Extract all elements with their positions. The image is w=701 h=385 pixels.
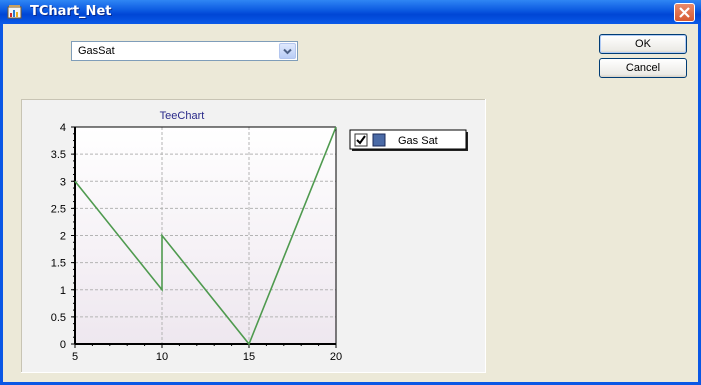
title-bar[interactable]: TChart_Net — [0, 0, 701, 24]
y-tick-label: 2 — [60, 231, 66, 243]
chart-title: TeeChart — [160, 110, 205, 122]
x-tick-label: 5 — [72, 351, 78, 363]
series-select[interactable]: GasSat — [71, 41, 298, 61]
chart: 0 0.5 1 1.5 2 2.5 3 3.5 4 5 10 15 20 TeeChart Gas Sa… — [51, 110, 468, 363]
close-icon — [679, 7, 690, 18]
y-tick-label: 3 — [60, 176, 66, 188]
chart-panel: 0 0.5 1 1.5 2 2.5 3 3.5 4 5 10 15 20 TeeChart Gas Sa… — [21, 99, 486, 373]
app-icon — [7, 5, 22, 19]
ok-button[interactable]: OK — [599, 34, 687, 54]
y-tick-label: 4 — [60, 122, 66, 134]
close-button[interactable] — [674, 3, 695, 22]
dropdown-button[interactable] — [279, 43, 296, 59]
cancel-button[interactable]: Cancel — [599, 58, 687, 78]
y-tick-label: 1 — [60, 285, 66, 297]
y-tick-label: 0 — [60, 339, 66, 351]
legend-swatch — [372, 133, 386, 147]
dialog-window: TChart_Net GasSat OK Cancel 0 0.5 1 1.5 … — [0, 0, 701, 385]
x-tick-label: 10 — [156, 351, 168, 363]
y-tick-label: 1.5 — [51, 258, 66, 270]
x-tick-label: 15 — [243, 351, 255, 363]
x-tick-label: 20 — [330, 351, 342, 363]
legend: Gas Sat — [349, 129, 468, 151]
chevron-down-icon — [283, 48, 292, 55]
legend-label: Gas Sat — [398, 135, 438, 147]
y-tick-label: 3.5 — [51, 149, 66, 161]
y-tick-label: 0.5 — [51, 312, 66, 324]
window-title: TChart_Net — [30, 4, 112, 19]
series-select-value: GasSat — [78, 45, 115, 57]
y-tick-label: 2.5 — [51, 203, 66, 215]
